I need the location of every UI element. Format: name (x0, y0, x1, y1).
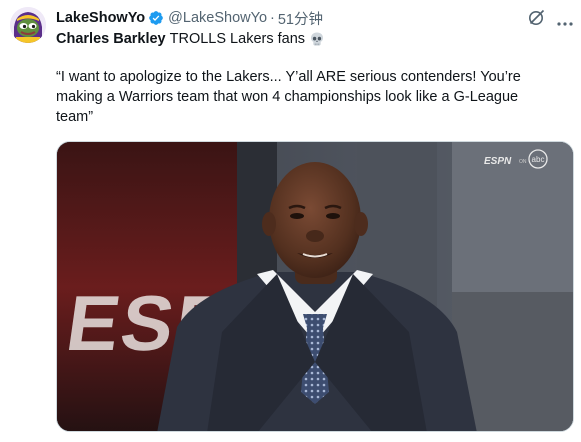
charles-barkley-photo: ESPN ESPN ON abc (57, 142, 573, 431)
tweet-text-line: making a Warriors team that won 4 champi… (56, 89, 519, 105)
grok-icon[interactable] (528, 8, 546, 26)
skull-emoji-icon (309, 31, 325, 47)
display-name[interactable]: LakeShowYo (56, 10, 145, 26)
headline-text: TROLLS Lakers fans (169, 31, 306, 47)
svg-text:ESPN: ESPN (484, 156, 512, 167)
handle[interactable]: @LakeShowYo (168, 10, 267, 26)
svg-text:ON: ON (519, 159, 527, 165)
verified-badge-icon (148, 10, 164, 26)
tweet-text-line: team” (56, 109, 94, 125)
headline-bold: Charles Barkley (56, 31, 166, 47)
avatar[interactable] (10, 7, 46, 43)
tweet-header: LakeShowYo @LakeShowYo · 51分钟 (56, 8, 323, 29)
tweet[interactable]: LakeShowYo @LakeShowYo · 51分钟 Charles Ba… (0, 0, 581, 442)
timestamp[interactable]: 51分钟 (278, 8, 323, 29)
tweet-text-line: “I want to apologize to the Lakers... Y’… (56, 69, 521, 85)
pepe-avatar-icon (10, 7, 46, 43)
tweet-text: “I want to apologize to the Lakers... Y’… (56, 67, 571, 127)
tweet-media-image[interactable]: ESPN ESPN ON abc (56, 141, 574, 432)
more-icon[interactable] (556, 14, 574, 26)
tweet-headline: Charles Barkley TROLLS Lakers fans (56, 31, 325, 47)
svg-text:abc: abc (532, 155, 545, 164)
separator-dot: · (270, 10, 275, 26)
